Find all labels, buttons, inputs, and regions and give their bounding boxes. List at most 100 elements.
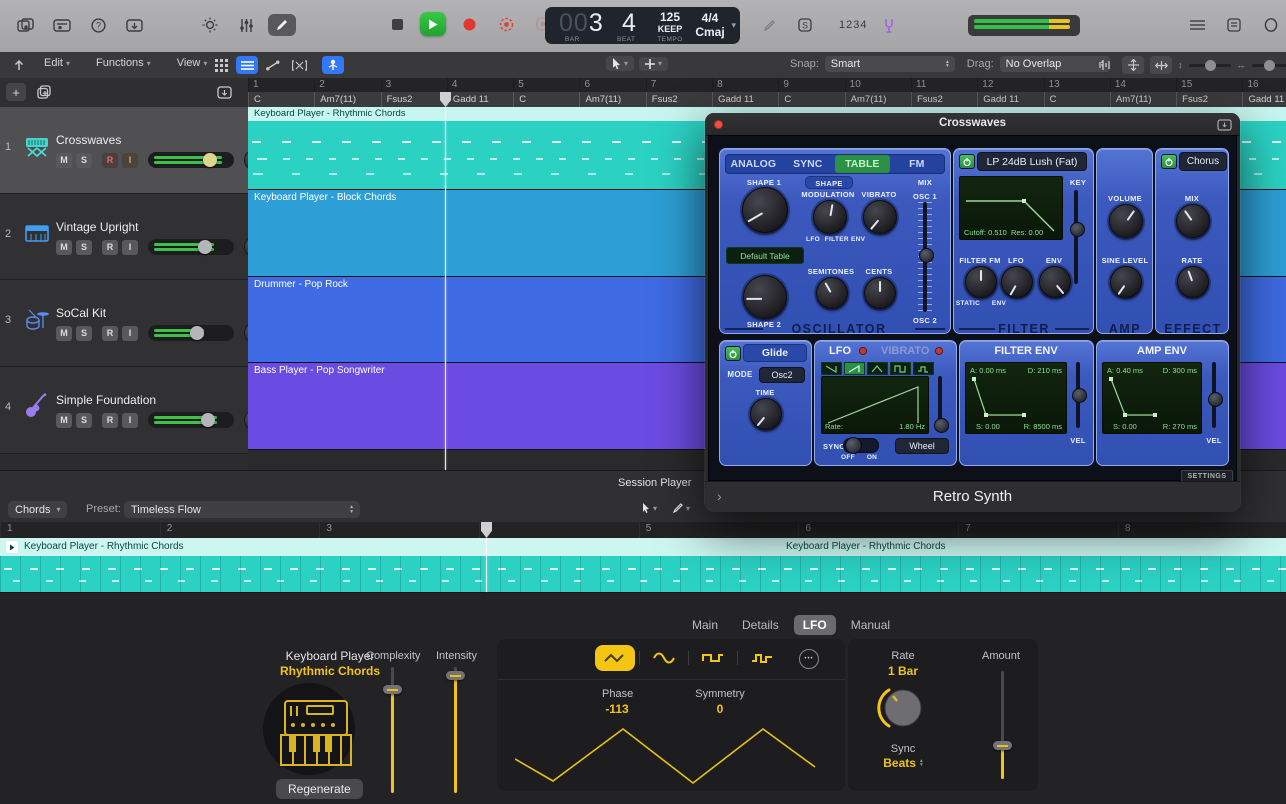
horizontal-zoom-icon[interactable] [1150, 56, 1172, 74]
osc-mix-slider[interactable] [918, 202, 932, 312]
key-slider[interactable] [1069, 190, 1083, 284]
region-inspector-icon[interactable] [236, 56, 258, 74]
quick-help-icon[interactable]: ? [84, 14, 112, 36]
ruler-bar-label[interactable]: 8 [712, 78, 778, 92]
waveform-zoom-icon[interactable] [1094, 56, 1116, 74]
wheel-select[interactable]: Wheel [895, 438, 949, 454]
chord-cell[interactable]: Fsus2 [1176, 92, 1242, 107]
ruler-bar-label[interactable]: 2 [314, 78, 380, 92]
amount-slider[interactable] [995, 671, 1009, 779]
triangle-wave-button[interactable] [867, 362, 888, 375]
region-play-icon[interactable] [6, 541, 18, 553]
chord-track[interactable]: CAm7(11)Fsus2Gadd 11CAm7(11)Fsus2Gadd 11… [248, 92, 1286, 108]
volume-knob[interactable] [1109, 204, 1143, 238]
input-monitor-button[interactable]: I [122, 326, 138, 341]
saw-down-wave-button[interactable] [821, 362, 842, 375]
lcd-display[interactable]: 003 4 BAR BEAT 125 KEEP TEMPO 4/4 Cmaj ▾ [545, 7, 740, 44]
solo-button[interactable]: S [76, 153, 92, 168]
bottom-ruler-bar-label[interactable]: 3 [319, 522, 479, 538]
tab-fm[interactable]: FM [890, 155, 945, 173]
tab-main[interactable]: Main [683, 615, 727, 635]
plugin-titlebar[interactable]: Crosswaves [705, 113, 1240, 136]
ruler-bar-label[interactable]: 12 [977, 78, 1043, 92]
ruler-bar-label[interactable]: 11 [911, 78, 977, 92]
chord-cell[interactable]: Fsus2 [646, 92, 712, 107]
ruler-bar-label[interactable]: 6 [579, 78, 645, 92]
input-monitor-button[interactable]: I [122, 240, 138, 255]
track-name[interactable]: Vintage Upright [56, 220, 139, 234]
inspector-icon[interactable] [48, 14, 76, 36]
lcd-chevron-icon[interactable]: ▾ [731, 20, 736, 31]
chord-cell[interactable]: Gadd 11 [977, 92, 1043, 107]
chords-dropdown[interactable]: Chords▾ [8, 501, 67, 518]
region-name[interactable]: Keyboard Player - Block Chords [254, 192, 396, 203]
solo-button[interactable]: S [76, 240, 92, 255]
filter-env-vel-slider[interactable] [1071, 362, 1085, 428]
ruler-bar-label[interactable]: 15 [1176, 78, 1242, 92]
bottom-ruler-bar-label[interactable]: 6 [798, 522, 958, 538]
bottom-region-name-2[interactable]: Keyboard Player - Rhythmic Chords [786, 541, 946, 552]
sine-wave-button[interactable] [644, 645, 684, 671]
vertical-zoom-icon[interactable] [1122, 56, 1144, 74]
chord-cell[interactable]: Fsus2 [911, 92, 977, 107]
shape-modulation-knob[interactable] [813, 200, 847, 234]
play-button[interactable] [420, 12, 446, 36]
editor-pencil-tool-menu[interactable]: ▾ [669, 502, 694, 514]
editor-pointer-tool-menu[interactable]: ▾ [638, 502, 661, 514]
view-menu[interactable]: View▾ [171, 55, 214, 71]
effect-power-button[interactable] [1161, 154, 1177, 169]
solo-mode-icon[interactable]: S [791, 14, 819, 36]
count-in-button[interactable]: 1234 [839, 19, 867, 31]
rate-knob[interactable] [876, 681, 930, 735]
cents-knob[interactable] [864, 277, 896, 309]
bottom-ruler-bar-label[interactable]: 2 [160, 522, 320, 538]
volume-slider[interactable] [148, 152, 234, 168]
chord-cell[interactable]: Am7(11) [579, 92, 645, 107]
track-header-simple-foundation[interactable]: 4 Simple Foundation M S R I [0, 367, 248, 454]
mute-button[interactable]: M [56, 240, 72, 255]
phase-value[interactable]: -113 [602, 702, 632, 716]
intensity-slider[interactable] [448, 667, 462, 793]
complexity-slider[interactable] [385, 667, 399, 793]
ruler-bar-label[interactable]: 9 [778, 78, 844, 92]
sine-level-knob[interactable] [1110, 266, 1142, 298]
record-button[interactable] [455, 13, 483, 35]
chord-cell[interactable]: C [248, 92, 314, 107]
bottom-ruler-bar-label[interactable]: 5 [639, 522, 799, 538]
tab-analog[interactable]: ANALOG [726, 155, 781, 173]
filter-env-knob[interactable] [1039, 266, 1071, 298]
glide-time-knob[interactable] [750, 398, 782, 430]
loop-browser-icon[interactable] [1257, 14, 1285, 36]
tab-manual[interactable]: Manual [842, 615, 899, 635]
regenerate-button[interactable]: Regenerate [276, 779, 363, 799]
link-button-icon[interactable] [1217, 118, 1232, 136]
mute-button[interactable]: M [56, 326, 72, 341]
bottom-ruler-bar-label[interactable]: 4 [479, 522, 639, 538]
ruler-bar-label[interactable]: 7 [646, 78, 712, 92]
bar-ruler[interactable]: 12345678910111213141516 [248, 78, 1286, 93]
chord-cell[interactable]: C [778, 92, 844, 107]
stop-button[interactable] [383, 13, 411, 35]
chord-cell[interactable]: Fsus2 [381, 92, 447, 107]
record-enable-button[interactable]: R [102, 326, 118, 341]
bottom-bar-ruler[interactable]: 12345678 [0, 522, 1286, 539]
sync-value[interactable]: Beats [883, 756, 916, 770]
pencil-tool-icon[interactable] [268, 14, 296, 36]
square-wave-button[interactable] [693, 645, 733, 671]
chord-cell[interactable]: C [1044, 92, 1110, 107]
input-monitor-button[interactable]: I [122, 153, 138, 168]
shape1-knob[interactable] [742, 187, 788, 233]
ruler-bar-label[interactable]: 14 [1110, 78, 1176, 92]
volume-slider[interactable] [148, 412, 234, 428]
track-header-crosswaves[interactable]: 1 Crosswaves M S R I [0, 107, 248, 194]
sync-toggle[interactable] [843, 438, 879, 453]
player-avatar[interactable] [263, 683, 355, 775]
left-click-tool-menu[interactable]: ▾ [606, 56, 634, 71]
snap-dropdown[interactable]: Smart▴▾ [825, 56, 955, 72]
input-monitor-button[interactable]: I [122, 413, 138, 428]
player-style[interactable]: Rhythmic Chords [270, 664, 390, 678]
glide-power-button[interactable] [725, 346, 741, 361]
solo-button[interactable]: S [76, 413, 92, 428]
solo-button[interactable]: S [76, 326, 92, 341]
marquee-tool-icon[interactable] [288, 56, 310, 74]
